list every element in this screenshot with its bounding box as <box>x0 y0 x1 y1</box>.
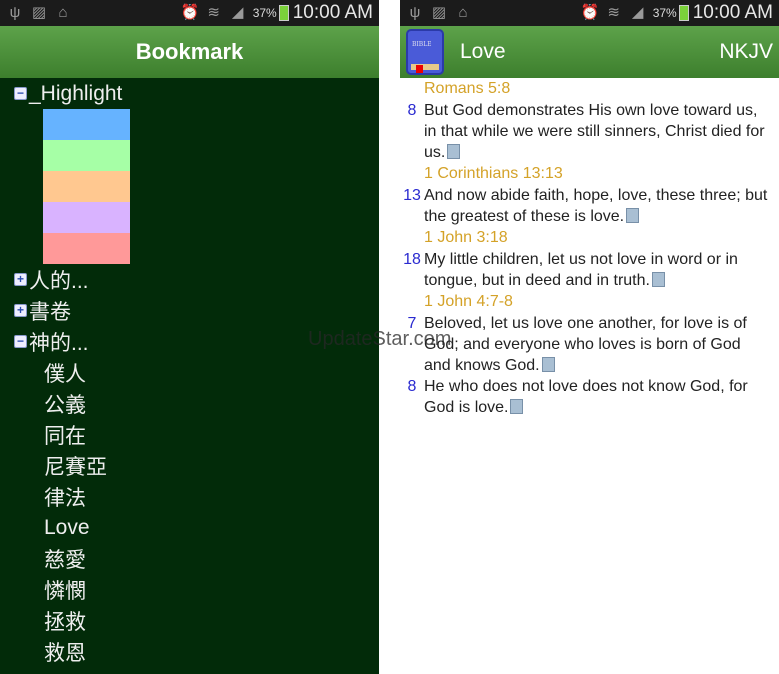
page-title: Love <box>460 40 506 63</box>
tree-child-item[interactable]: Love <box>0 512 379 543</box>
status-bar: ψ ▨ ⌂ ⏰ ≋ ◢ 37% 10:00 AM <box>0 0 379 26</box>
signal-icon: ◢ <box>231 4 244 21</box>
battery-icon <box>278 5 289 21</box>
battery-percent: 37% <box>652 6 677 20</box>
passage-reference[interactable]: 1 Corinthians 13:13 <box>400 163 779 185</box>
verse-number: 7 <box>407 315 417 332</box>
battery-percent: 37% <box>252 6 277 20</box>
usb-icon: ψ <box>409 4 421 21</box>
verse-row[interactable]: 7 Beloved, let us love one another, for l… <box>400 313 779 376</box>
image-icon: ▨ <box>431 4 447 21</box>
home-icon: ⌂ <box>58 4 68 21</box>
tree-node[interactable]: − 神的... <box>0 326 379 357</box>
node-label: 人的... <box>29 269 89 293</box>
bookmark-screen: ψ ▨ ⌂ ⏰ ≋ ◢ 37% 10:00 AM Bookmark − _High… <box>0 0 379 674</box>
tree-child-item[interactable]: 憐憫 <box>0 574 379 605</box>
verse-text-wrap: And now abide faith, hope, love, these t… <box>424 185 779 227</box>
tree-child-item[interactable]: 慈愛 <box>0 543 379 574</box>
passage-reference[interactable]: 1 John 4:7-8 <box>400 291 779 313</box>
verse-text: And now abide faith, hope, love, these t… <box>424 187 768 225</box>
collapse-icon[interactable]: − <box>14 87 27 100</box>
verse-number: 18 <box>403 251 421 268</box>
highlight-color-3[interactable] <box>43 171 130 202</box>
note-icon[interactable] <box>626 208 640 223</box>
icon-label: BIBLE <box>412 41 432 48</box>
node-label: _Highlight <box>29 81 123 105</box>
verse-list: Romans 5:8 8 But God demonstrates His own … <box>400 78 779 418</box>
verse-text: Beloved, let us love one another, for lo… <box>424 315 747 374</box>
home-icon: ⌂ <box>458 4 468 21</box>
tree-node[interactable]: + 書卷 <box>0 295 379 326</box>
tree-node-highlight[interactable]: − _Highlight <box>0 78 379 109</box>
tree-child-item[interactable]: 尼賽亞 <box>0 450 379 481</box>
tree-node[interactable]: + 人的... <box>0 264 379 295</box>
note-icon[interactable] <box>651 272 665 287</box>
verse-row[interactable]: 8 He who does not love does not know God,… <box>400 376 779 418</box>
version-button[interactable]: NKJV <box>719 40 773 64</box>
node-label: 書卷 <box>29 300 71 324</box>
node-label: 神的... <box>29 331 89 355</box>
highlight-color-2[interactable] <box>43 140 130 171</box>
wifi-icon: ≋ <box>607 4 620 21</box>
tree-child-item[interactable]: 公義 <box>0 388 379 419</box>
tree-child-item[interactable]: 救恩 <box>0 636 379 667</box>
expand-icon[interactable]: + <box>14 273 27 286</box>
battery-icon <box>678 5 689 21</box>
wifi-icon: ≋ <box>207 4 220 21</box>
verse-text: He who does not love does not know God, … <box>424 378 748 416</box>
verse-screen: ψ ▨ ⌂ ⏰ ≋ ◢ 37% 10:00 AM BIBLE Love NKJV… <box>400 0 779 674</box>
signal-icon: ◢ <box>631 4 644 21</box>
note-icon[interactable] <box>447 144 461 159</box>
clock: 10:00 AM <box>692 2 773 23</box>
tree-child-item[interactable]: 僕人 <box>0 357 379 388</box>
tree-child-item[interactable]: 律法 <box>0 481 379 512</box>
verse-row[interactable]: 18 My little children, let us not love in… <box>400 249 779 291</box>
note-icon[interactable] <box>510 399 524 414</box>
highlight-color-4[interactable] <box>43 202 130 233</box>
passage-reference[interactable]: Romans 5:8 <box>400 78 779 100</box>
passage-reference[interactable]: 1 John 3:18 <box>400 227 779 249</box>
verse-number: 8 <box>407 378 417 395</box>
alarm-icon: ⏰ <box>580 4 600 21</box>
header: Bookmark <box>0 26 379 78</box>
bookmark-tree: − _Highlight + 人的... + 書卷 − 神的... 僕人 公義 同在 尼賽亞 律法 L… <box>0 78 379 667</box>
usb-icon: ψ <box>9 4 21 21</box>
highlight-color-1[interactable] <box>43 109 130 140</box>
bible-app-icon[interactable]: BIBLE <box>406 29 444 75</box>
header: BIBLE Love NKJV <box>400 26 779 78</box>
tree-child-item[interactable]: 拯救 <box>0 605 379 636</box>
verse-text: My little children, let us not love in w… <box>424 251 738 289</box>
verse-row[interactable]: 13 And now abide faith, hope, love, these… <box>400 185 779 227</box>
verse-text-wrap: But God demonstrates His own love toward… <box>424 100 779 163</box>
verse-number: 13 <box>403 187 421 204</box>
verse-text-wrap: He who does not love does not know God, … <box>424 376 779 418</box>
verse-text-wrap: Beloved, let us love one another, for lo… <box>424 313 779 376</box>
verse-number: 8 <box>407 102 417 119</box>
verse-text-wrap: My little children, let us not love in w… <box>424 249 779 291</box>
highlight-color-5[interactable] <box>43 233 130 264</box>
verse-row[interactable]: 8 But God demonstrates His own love towar… <box>400 100 779 163</box>
verse-text: But God demonstrates His own love toward… <box>424 102 765 161</box>
note-icon[interactable] <box>541 357 555 372</box>
image-icon: ▨ <box>31 4 47 21</box>
clock: 10:00 AM <box>292 2 373 23</box>
expand-icon[interactable]: + <box>14 304 27 317</box>
page-title: Bookmark <box>135 39 244 64</box>
alarm-icon: ⏰ <box>180 4 200 21</box>
status-bar: ψ ▨ ⌂ ⏰ ≋ ◢ 37% 10:00 AM <box>400 0 779 26</box>
tree-child-item[interactable]: 同在 <box>0 419 379 450</box>
collapse-icon[interactable]: − <box>14 335 27 348</box>
